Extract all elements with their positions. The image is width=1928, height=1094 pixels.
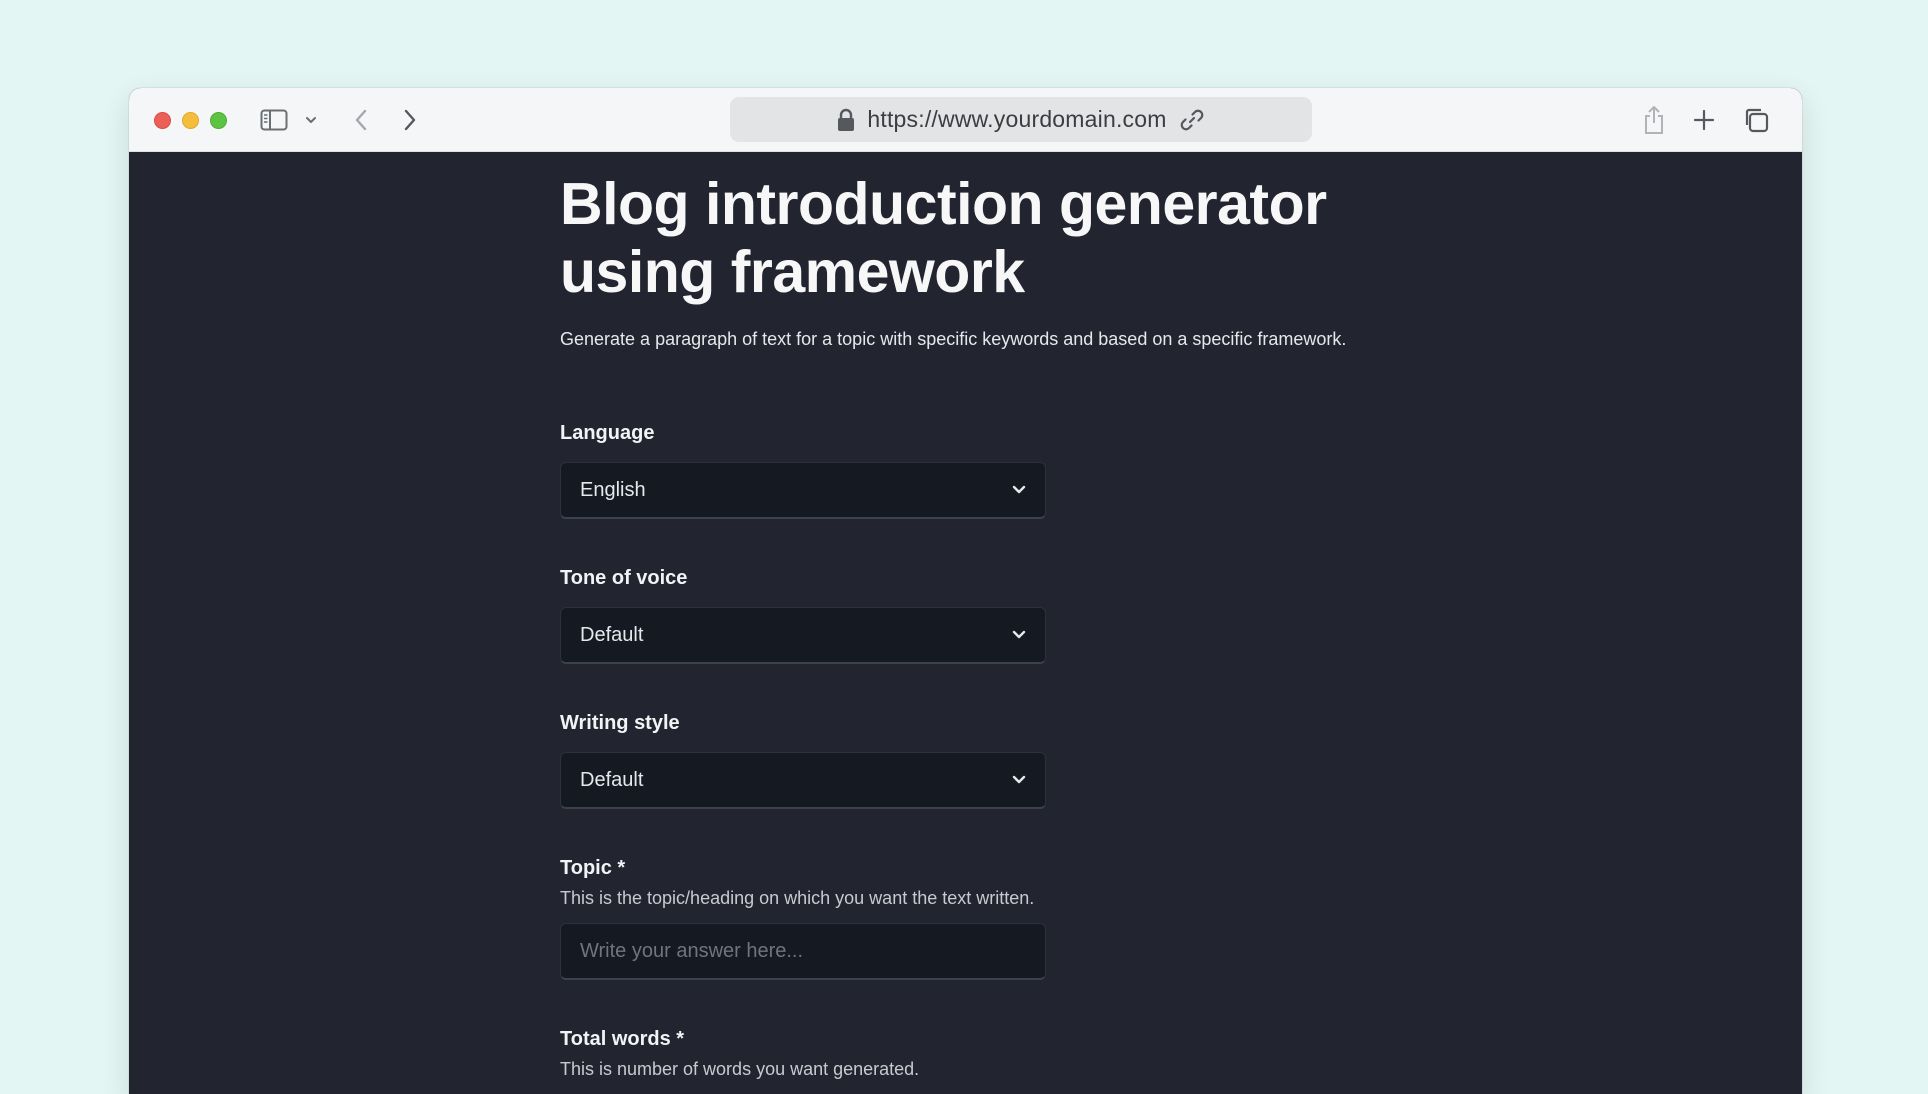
tone-field: Tone of voice Default: [560, 567, 1046, 664]
forward-button[interactable]: [397, 106, 423, 134]
back-button[interactable]: [348, 106, 374, 134]
page-title: Blog introduction generator using framew…: [560, 171, 1327, 305]
tone-label: Tone of voice: [560, 567, 688, 589]
tone-select[interactable]: Default: [560, 607, 1046, 664]
total-words-help-text: This is number of words you want generat…: [560, 1059, 920, 1079]
browser-toolbar: https://www.yourdomain.com: [129, 88, 1802, 152]
sidebar-icon: [260, 109, 288, 131]
topic-help-text: This is the topic/heading on which you w…: [560, 888, 1035, 908]
new-tab-button[interactable]: [1690, 106, 1718, 134]
minimize-window-button[interactable]: [182, 112, 199, 129]
language-label: Language: [560, 422, 655, 444]
topic-field: Topic * This is the topic/heading on whi…: [560, 857, 1046, 980]
share-button[interactable]: [1640, 104, 1668, 136]
share-icon: [1645, 106, 1663, 134]
writing-style-value: Default: [580, 768, 644, 791]
language-value: English: [580, 478, 646, 501]
chevron-down-icon: [1012, 485, 1026, 494]
language-select[interactable]: English: [560, 462, 1046, 519]
tab-overview-icon: [1745, 108, 1769, 133]
chevron-down-icon: [306, 117, 316, 123]
tab-overview-button[interactable]: [1742, 106, 1770, 134]
chevron-right-icon: [404, 109, 416, 131]
link-icon[interactable]: [1179, 107, 1205, 133]
tone-value: Default: [580, 623, 644, 646]
plus-icon: [1693, 109, 1715, 131]
tab-groups-dropdown[interactable]: [303, 112, 319, 128]
browser-window: https://www.yourdomain.com Blog introduc…: [129, 88, 1802, 1094]
close-window-button[interactable]: [154, 112, 171, 129]
chevron-down-icon: [1012, 630, 1026, 639]
writing-style-field: Writing style Default: [560, 712, 1046, 809]
page-content: Blog introduction generator using framew…: [560, 152, 1360, 1079]
window-controls: [154, 112, 227, 129]
page-description: Generate a paragraph of text for a topic…: [560, 329, 1347, 349]
topic-label: Topic *: [560, 857, 626, 879]
lock-icon: [838, 108, 855, 131]
topic-input[interactable]: [560, 923, 1046, 980]
sidebar-toggle-button[interactable]: [260, 108, 288, 132]
writing-style-select[interactable]: Default: [560, 752, 1046, 809]
address-bar[interactable]: https://www.yourdomain.com: [730, 97, 1312, 142]
total-words-field: Total words * This is number of words yo…: [560, 1028, 919, 1080]
chevron-down-icon: [1012, 775, 1026, 784]
address-url: https://www.yourdomain.com: [867, 106, 1167, 132]
writing-style-label: Writing style: [560, 712, 680, 734]
chevron-left-icon: [355, 109, 367, 131]
total-words-label: Total words *: [560, 1028, 685, 1050]
language-field: Language English: [560, 422, 1046, 519]
zoom-window-button[interactable]: [210, 112, 227, 129]
